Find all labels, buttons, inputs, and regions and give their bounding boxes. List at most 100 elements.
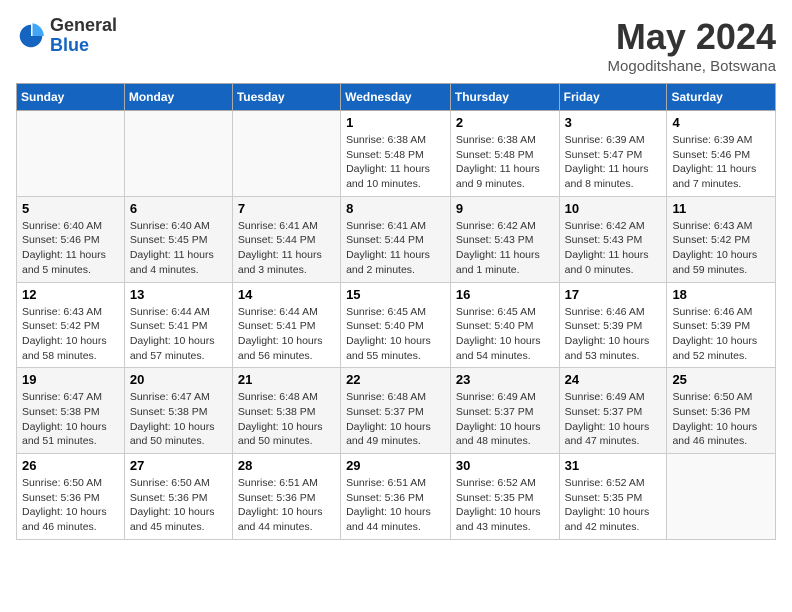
- calendar-cell: 21 Sunrise: 6:48 AM Sunset: 5:38 PM Dayli…: [232, 368, 340, 454]
- day-number: 10: [565, 201, 662, 216]
- calendar-cell: 12Sunrise: 6:43 AM Sunset: 5:42 PM Dayli…: [17, 282, 125, 368]
- day-info: Sunrise: 6:49 AM Sunset: 5:37 PM Dayligh…: [456, 390, 554, 449]
- day-info: Sunrise: 6:39 AM Sunset: 5:46 PM Dayligh…: [672, 133, 770, 192]
- day-number: 14: [238, 287, 335, 302]
- calendar-cell: [232, 111, 340, 197]
- calendar-cell: 22 Sunrise: 6:48 AM Sunset: 5:37 PM Dayli…: [341, 368, 451, 454]
- day-info: Sunrise: 6:41 AM Sunset: 5:44 PM Dayligh…: [346, 219, 445, 278]
- day-number: 25: [672, 372, 770, 387]
- day-number: 30: [456, 458, 554, 473]
- day-number: 7: [238, 201, 335, 216]
- day-info: Sunrise: 6:42 AM Sunset: 5:43 PM Dayligh…: [456, 219, 554, 278]
- day-info: Sunrise: 6:52 AM Sunset: 5:35 PM Dayligh…: [456, 476, 554, 535]
- header-sunday: Sunday: [17, 84, 125, 111]
- day-number: 31: [565, 458, 662, 473]
- calendar-cell: 9 Sunrise: 6:42 AM Sunset: 5:43 PM Daylig…: [450, 196, 559, 282]
- day-info: Sunrise: 6:48 AM Sunset: 5:37 PM Dayligh…: [346, 390, 445, 449]
- day-number: 4: [672, 115, 770, 130]
- calendar-cell: 20Sunrise: 6:47 AM Sunset: 5:38 PM Dayli…: [124, 368, 232, 454]
- calendar-cell: 10Sunrise: 6:42 AM Sunset: 5:43 PM Dayli…: [559, 196, 667, 282]
- day-info: Sunrise: 6:51 AM Sunset: 5:36 PM Dayligh…: [346, 476, 445, 535]
- day-info: Sunrise: 6:50 AM Sunset: 5:36 PM Dayligh…: [130, 476, 227, 535]
- day-number: 17: [565, 287, 662, 302]
- day-info: Sunrise: 6:41 AM Sunset: 5:44 PM Dayligh…: [238, 219, 335, 278]
- day-number: 8: [346, 201, 445, 216]
- calendar-cell: 1Sunrise: 6:38 AM Sunset: 5:48 PM Daylig…: [341, 111, 451, 197]
- day-number: 15: [346, 287, 445, 302]
- title-block: May 2024 Mogoditshane, Botswana: [608, 16, 776, 75]
- calendar-cell: 15 Sunrise: 6:45 AM Sunset: 5:40 PM Dayli…: [341, 282, 451, 368]
- calendar-cell: 19Sunrise: 6:47 AM Sunset: 5:38 PM Dayli…: [17, 368, 125, 454]
- day-number: 16: [456, 287, 554, 302]
- logo: General Blue: [16, 16, 117, 56]
- day-info: Sunrise: 6:48 AM Sunset: 5:38 PM Dayligh…: [238, 390, 335, 449]
- day-number: 28: [238, 458, 335, 473]
- day-info: Sunrise: 6:49 AM Sunset: 5:37 PM Dayligh…: [565, 390, 662, 449]
- day-info: Sunrise: 6:52 AM Sunset: 5:35 PM Dayligh…: [565, 476, 662, 535]
- calendar-cell: 5 Sunrise: 6:40 AM Sunset: 5:46 PM Daylig…: [17, 196, 125, 282]
- calendar-cell: 25 Sunrise: 6:50 AM Sunset: 5:36 PM Dayli…: [667, 368, 776, 454]
- header-monday: Monday: [124, 84, 232, 111]
- logo-icon: [16, 21, 46, 51]
- calendar-cell: 18 Sunrise: 6:46 AM Sunset: 5:39 PM Dayli…: [667, 282, 776, 368]
- calendar-cell: 16Sunrise: 6:45 AM Sunset: 5:40 PM Dayli…: [450, 282, 559, 368]
- day-number: 6: [130, 201, 227, 216]
- calendar-header: SundayMondayTuesdayWednesdayThursdayFrid…: [17, 84, 776, 111]
- day-info: Sunrise: 6:40 AM Sunset: 5:46 PM Dayligh…: [22, 219, 119, 278]
- week-row-4: 19Sunrise: 6:47 AM Sunset: 5:38 PM Dayli…: [17, 368, 776, 454]
- day-number: 27: [130, 458, 227, 473]
- calendar-cell: 6 Sunrise: 6:40 AM Sunset: 5:45 PM Daylig…: [124, 196, 232, 282]
- day-number: 9: [456, 201, 554, 216]
- calendar-table: SundayMondayTuesdayWednesdayThursdayFrid…: [16, 83, 776, 540]
- day-info: Sunrise: 6:47 AM Sunset: 5:38 PM Dayligh…: [22, 390, 119, 449]
- logo-general-text: General: [50, 15, 117, 35]
- calendar-cell: 17Sunrise: 6:46 AM Sunset: 5:39 PM Dayli…: [559, 282, 667, 368]
- page-header: General Blue May 2024 Mogoditshane, Bots…: [16, 16, 776, 75]
- day-info: Sunrise: 6:38 AM Sunset: 5:48 PM Dayligh…: [456, 133, 554, 192]
- calendar-cell: 8 Sunrise: 6:41 AM Sunset: 5:44 PM Daylig…: [341, 196, 451, 282]
- day-info: Sunrise: 6:39 AM Sunset: 5:47 PM Dayligh…: [565, 133, 662, 192]
- calendar-cell: [667, 454, 776, 540]
- header-saturday: Saturday: [667, 84, 776, 111]
- day-info: Sunrise: 6:50 AM Sunset: 5:36 PM Dayligh…: [672, 390, 770, 449]
- header-wednesday: Wednesday: [341, 84, 451, 111]
- day-number: 22: [346, 372, 445, 387]
- day-info: Sunrise: 6:45 AM Sunset: 5:40 PM Dayligh…: [346, 305, 445, 364]
- calendar-cell: [17, 111, 125, 197]
- day-number: 13: [130, 287, 227, 302]
- week-row-3: 12Sunrise: 6:43 AM Sunset: 5:42 PM Dayli…: [17, 282, 776, 368]
- header-friday: Friday: [559, 84, 667, 111]
- calendar-cell: 2 Sunrise: 6:38 AM Sunset: 5:48 PM Daylig…: [450, 111, 559, 197]
- day-number: 2: [456, 115, 554, 130]
- day-info: Sunrise: 6:46 AM Sunset: 5:39 PM Dayligh…: [672, 305, 770, 364]
- day-number: 29: [346, 458, 445, 473]
- calendar-cell: 30 Sunrise: 6:52 AM Sunset: 5:35 PM Dayli…: [450, 454, 559, 540]
- calendar-cell: 3Sunrise: 6:39 AM Sunset: 5:47 PM Daylig…: [559, 111, 667, 197]
- day-number: 20: [130, 372, 227, 387]
- calendar-cell: 4 Sunrise: 6:39 AM Sunset: 5:46 PM Daylig…: [667, 111, 776, 197]
- day-number: 12: [22, 287, 119, 302]
- day-info: Sunrise: 6:51 AM Sunset: 5:36 PM Dayligh…: [238, 476, 335, 535]
- logo-blue-text: Blue: [50, 35, 89, 55]
- day-number: 18: [672, 287, 770, 302]
- calendar-cell: 26 Sunrise: 6:50 AM Sunset: 5:36 PM Dayli…: [17, 454, 125, 540]
- day-info: Sunrise: 6:40 AM Sunset: 5:45 PM Dayligh…: [130, 219, 227, 278]
- header-thursday: Thursday: [450, 84, 559, 111]
- week-row-2: 5 Sunrise: 6:40 AM Sunset: 5:46 PM Daylig…: [17, 196, 776, 282]
- day-number: 26: [22, 458, 119, 473]
- day-number: 24: [565, 372, 662, 387]
- calendar-cell: [124, 111, 232, 197]
- day-info: Sunrise: 6:38 AM Sunset: 5:48 PM Dayligh…: [346, 133, 445, 192]
- day-info: Sunrise: 6:43 AM Sunset: 5:42 PM Dayligh…: [672, 219, 770, 278]
- day-info: Sunrise: 6:50 AM Sunset: 5:36 PM Dayligh…: [22, 476, 119, 535]
- month-title: May 2024: [608, 16, 776, 58]
- day-number: 5: [22, 201, 119, 216]
- calendar-cell: 11Sunrise: 6:43 AM Sunset: 5:42 PM Dayli…: [667, 196, 776, 282]
- calendar-cell: 29 Sunrise: 6:51 AM Sunset: 5:36 PM Dayli…: [341, 454, 451, 540]
- header-tuesday: Tuesday: [232, 84, 340, 111]
- calendar-cell: 27 Sunrise: 6:50 AM Sunset: 5:36 PM Dayli…: [124, 454, 232, 540]
- calendar-body: 1Sunrise: 6:38 AM Sunset: 5:48 PM Daylig…: [17, 111, 776, 540]
- week-row-5: 26 Sunrise: 6:50 AM Sunset: 5:36 PM Dayli…: [17, 454, 776, 540]
- day-number: 21: [238, 372, 335, 387]
- day-number: 23: [456, 372, 554, 387]
